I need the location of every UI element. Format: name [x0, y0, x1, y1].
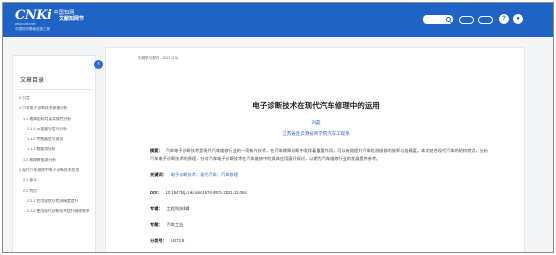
logo-mark: CNKi	[15, 8, 52, 23]
search-box[interactable]	[423, 15, 453, 24]
keywords-row: 关键词： 电子诊断技术；现代汽车；汽车修理	[150, 171, 238, 178]
doi-value: 10.19475/j.cnki.issn1674-957x.2021.13.06…	[165, 190, 247, 195]
author-link[interactable]: 刘磊	[106, 120, 526, 126]
toc-item[interactable]: 1.1.2 传感器信号测试	[13, 137, 95, 141]
search-icon[interactable]	[446, 17, 451, 22]
user-icon[interactable]: ●	[513, 14, 523, 24]
section-value: 工程科技Ⅱ辑	[166, 206, 190, 211]
browser-frame: CNKi www.cnki.net 中国知识基础设施工程 中国知网 文献知网节 …	[2, 2, 554, 253]
organization-link[interactable]: 江苏省连云港技师学院汽车工程系	[106, 131, 526, 137]
toc-list: 0 引言 1 汽车电子诊断技术原理分析 1.1 故障阻码判读实操性分析 1.1.…	[13, 96, 95, 220]
toc-item[interactable]: 2.2.2 使用现代诊断技术提升维修效率	[13, 209, 95, 213]
keywords-label: 关键词：	[150, 172, 167, 177]
doi-row: DOI： 10.19475/j.cnki.issn1674-957x.2021.1…	[150, 189, 247, 196]
keywords-links[interactable]: 电子诊断技术；现代汽车；汽车修理	[171, 172, 238, 177]
toc-divider	[17, 89, 91, 90]
topic-label: 专题：	[150, 222, 163, 227]
toc-item[interactable]: 2.1 意义	[13, 178, 95, 182]
doi-label: DOI：	[150, 190, 162, 195]
classification-label: 分类号：	[150, 238, 167, 243]
section-row: 专辑： 工程科技Ⅱ辑	[150, 205, 190, 212]
breadcrumb[interactable]: 内燃机与配件 . 2021 (13)	[138, 56, 178, 61]
toc-item[interactable]: 1.2 故障数据流分析	[13, 158, 95, 162]
toc-item[interactable]: 0 引言	[13, 96, 95, 100]
classification-row: 分类号： U472.9	[150, 237, 184, 244]
topic-row: 专题： 汽车工业	[150, 221, 183, 228]
toc-item[interactable]: 1 汽车电子诊断技术原理分析	[13, 106, 95, 110]
toc-item[interactable]: 1.1.3 数据流分析	[13, 147, 95, 151]
abstract-label: 摘要：	[150, 148, 163, 153]
abstract: 摘要： 汽车电子诊断技术是现代汽车维修行业的一项新兴技术，在汽车故障诊断中发挥着重…	[150, 147, 490, 162]
toc-title: 文章目录	[20, 78, 45, 84]
toc-item[interactable]: 1.1 故障阻码判读实操性分析	[13, 117, 95, 121]
toc-item[interactable]: 2.2.1 应用现状与检测精度提升	[13, 199, 95, 203]
section-label: 专辑：	[150, 206, 163, 211]
abstract-text: 汽车电子诊断技术是现代汽车维修行业的一项新兴技术，在汽车故障诊断中发挥着重要作用…	[150, 148, 489, 161]
toc-item[interactable]: 2 现代汽车维修中电子诊断技术应用	[13, 168, 95, 172]
topic-value: 汽车工业	[166, 222, 184, 227]
logo-tagline: 中国知识基础设施工程	[15, 27, 50, 31]
header-button-1[interactable]	[459, 16, 474, 24]
article-title: 电子诊断技术在现代汽车修理中的运用	[252, 101, 380, 110]
classification-value: U472.9	[170, 238, 185, 243]
toc-item[interactable]: 2.2 特点	[13, 189, 95, 193]
header-button-2[interactable]	[478, 16, 493, 24]
site-title: 文献知网节	[59, 16, 85, 22]
toc-item[interactable]: 1.1.1 示波器与信号分析	[13, 127, 95, 131]
collapse-sidebar-icon[interactable]: ‹	[94, 60, 103, 69]
help-icon[interactable]: ?	[499, 14, 509, 24]
toc-sidebar: 文章目录 0 引言 1 汽车电子诊断技术原理分析 1.1 故障阻码判读实操性分析…	[12, 55, 96, 252]
article-panel: 内燃机与配件 . 2021 (13) 电子诊断技术在现代汽车修理中的运用 刘磊 …	[105, 47, 526, 252]
top-header: CNKi www.cnki.net 中国知识基础设施工程 中国知网 文献知网节 …	[3, 3, 553, 37]
